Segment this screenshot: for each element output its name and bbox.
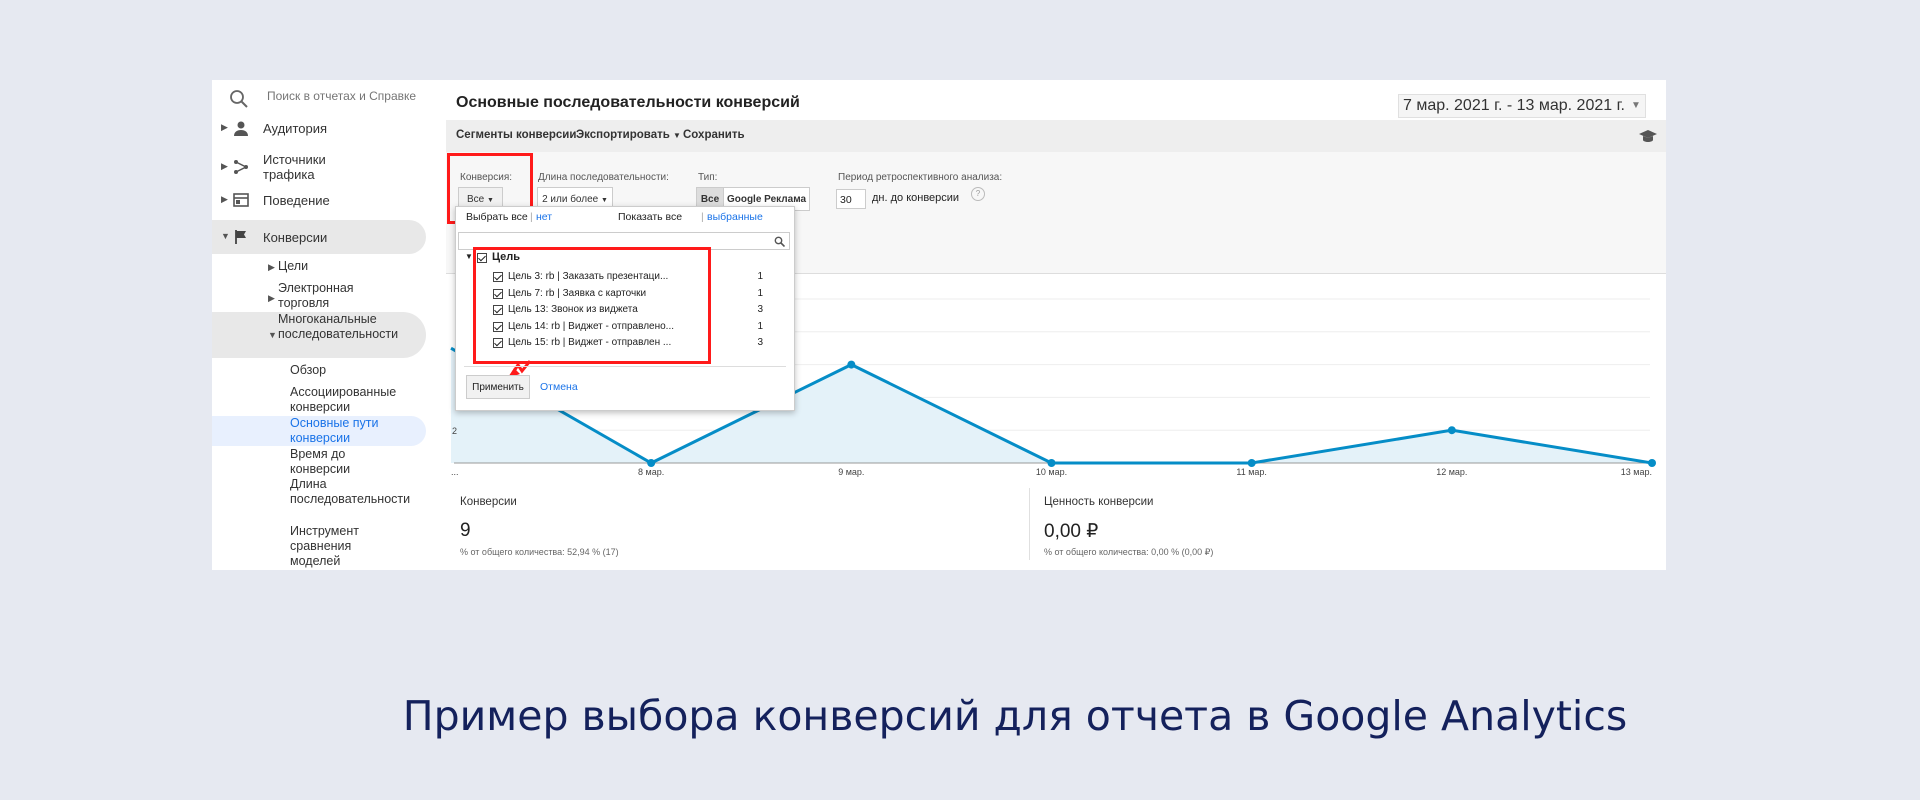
lookback-days-input[interactable]: 30 (836, 189, 866, 209)
sidebar-item-label: Аудитория (263, 121, 328, 136)
sidebar-item-conversions[interactable]: ▼ Конверсии (212, 227, 426, 247)
sidebar-item-ecommerce[interactable]: Электронная торговля (278, 281, 364, 311)
search-icon (774, 236, 785, 247)
export-button[interactable]: Экспортировать ▼ (576, 129, 681, 141)
chevron-right-icon: ▶ (221, 122, 228, 132)
sidebar-item-label: Конверсии (263, 230, 328, 245)
x-tick-label: 9 мар. (838, 467, 864, 477)
sidebar: Поиск в отчетах и Справке ▶ Аудитория ▶ … (212, 80, 444, 570)
main-content: Основные последовательности конверсий 7 … (446, 80, 1666, 570)
sidebar-item-acquisition[interactable]: ▶ Источники трафика (212, 150, 426, 182)
page-title: Основные последовательности конверсий (456, 94, 800, 111)
sidebar-item-multichannel[interactable]: Многоканальные последовательности (278, 312, 398, 342)
goal-count: 3 (757, 337, 763, 348)
x-tick-label: 10 мар. (1036, 467, 1067, 477)
show-all-link[interactable]: Показать все (618, 211, 682, 223)
divider (464, 366, 786, 367)
conversions-metric-sub: % от общего количества: 52,94 % (17) (460, 547, 619, 557)
goal-count: 1 (757, 288, 763, 299)
sidebar-item-time-lag[interactable]: Время до конверсии (290, 447, 380, 477)
conversion-segments-button[interactable]: Сегменты конверсии (456, 129, 576, 141)
conversion-value-metric-value: 0,00 ₽ (1044, 521, 1099, 542)
conversion-value-metric-sub: % от общего количества: 0,00 % (0,00 ₽) (1044, 547, 1214, 557)
export-label: Экспортировать (576, 129, 670, 141)
conversions-metric-title: Конверсии (460, 496, 517, 508)
select-all-link[interactable]: Выбрать все (466, 211, 528, 223)
sidebar-item-behavior[interactable]: ▶ Поведение (212, 190, 426, 210)
chevron-down-icon: ▼ (465, 252, 473, 261)
cancel-link[interactable]: Отмена (540, 381, 578, 393)
analytics-window: Поиск в отчетах и Справке ▶ Аудитория ▶ … (212, 80, 1666, 570)
help-icon[interactable]: ? (971, 187, 985, 201)
chevron-right-icon: ▶ (221, 161, 228, 171)
date-range-text: 7 мар. 2021 г. - 13 мар. 2021 г. (1403, 97, 1625, 114)
chevron-down-icon: ▼ (268, 330, 277, 340)
highlight-box (473, 247, 711, 364)
chevron-right-icon: ▶ (221, 194, 228, 204)
sidebar-item-top-conversion-paths[interactable]: Основные пути конверсии (290, 416, 400, 446)
show-selected-link[interactable]: выбранные (707, 211, 763, 223)
chevron-down-icon: ▼ (1631, 100, 1641, 111)
data-point[interactable] (1447, 426, 1456, 435)
data-point[interactable] (1648, 459, 1656, 467)
type-label: Тип: (698, 172, 718, 183)
conversion-value-metric-title: Ценность конверсии (1044, 496, 1154, 508)
x-tick-label: ... (451, 467, 459, 477)
data-point[interactable] (1247, 459, 1256, 467)
graduation-cap-icon[interactable] (1638, 126, 1658, 146)
path-length-label: Длина последовательности: (538, 172, 669, 183)
search-icon (230, 90, 248, 108)
x-tick-label: 11 мар. (1236, 467, 1267, 477)
lookback-suffix: дн. до конверсии (872, 192, 960, 204)
x-tick-label: 8 мар. (638, 467, 664, 477)
search-bar[interactable]: Поиск в отчетах и Справке (212, 80, 444, 122)
person-icon (234, 121, 248, 136)
sidebar-item-overview[interactable]: Обзор (290, 363, 410, 378)
path-length-value: 2 или более (542, 194, 599, 205)
date-range-picker[interactable]: 7 мар. 2021 г. - 13 мар. 2021 г. ▼ (1398, 94, 1646, 118)
select-none-link[interactable]: нет (536, 211, 552, 223)
chevron-down-icon: ▼ (673, 131, 681, 140)
apply-button[interactable]: Применить (466, 375, 530, 399)
sidebar-item-label: Источники трафика (263, 152, 326, 182)
goal-count: 3 (757, 304, 763, 315)
x-tick-label: 12 мар. (1436, 467, 1467, 477)
sidebar-item-goals[interactable]: Цели (278, 259, 398, 274)
x-tick-label: 13 мар. (1621, 467, 1652, 477)
separator: | (701, 211, 704, 223)
flag-icon (235, 230, 246, 244)
sidebar-item-path-length[interactable]: Длина последовательности (290, 477, 410, 507)
behavior-icon (233, 193, 249, 207)
toolbar: Сегменты конверсии Экспортировать ▼ Сохр… (446, 120, 1666, 152)
y-tick-label: 2 (452, 426, 457, 436)
image-caption: Пример выбора конверсий для отчета в Goo… (402, 692, 1628, 740)
sidebar-item-label: Поведение (263, 193, 330, 208)
traffic-sources-icon (234, 160, 248, 174)
chevron-down-icon: ▼ (601, 197, 608, 204)
sidebar-item-audience[interactable]: ▶ Аудитория (212, 118, 426, 138)
conversion-selector-panel: Выбрать все | нет Показать все | выбранн… (455, 206, 795, 411)
chevron-down-icon: ▼ (221, 231, 230, 241)
conversions-metric-value: 9 (460, 520, 471, 541)
sidebar-item-model-comparison[interactable]: Инструмент сравнения моделей (290, 524, 380, 569)
chevron-right-icon: ▶ (268, 293, 275, 303)
sidebar-item-assisted-conversions[interactable]: Ассоциированные конверсии (290, 385, 400, 415)
data-point[interactable] (1047, 459, 1056, 467)
chevron-right-icon: ▶ (268, 262, 275, 272)
goal-count: 1 (757, 271, 763, 282)
search-input[interactable]: Поиск в отчетах и Справке (267, 89, 416, 103)
data-point[interactable] (647, 459, 656, 467)
goal-count: 1 (757, 321, 763, 332)
lookback-period-label: Период ретроспективного анализа: (838, 172, 1003, 183)
separator: | (530, 211, 533, 223)
divider (1029, 488, 1030, 560)
data-point[interactable] (847, 360, 856, 369)
save-button[interactable]: Сохранить (683, 129, 745, 141)
